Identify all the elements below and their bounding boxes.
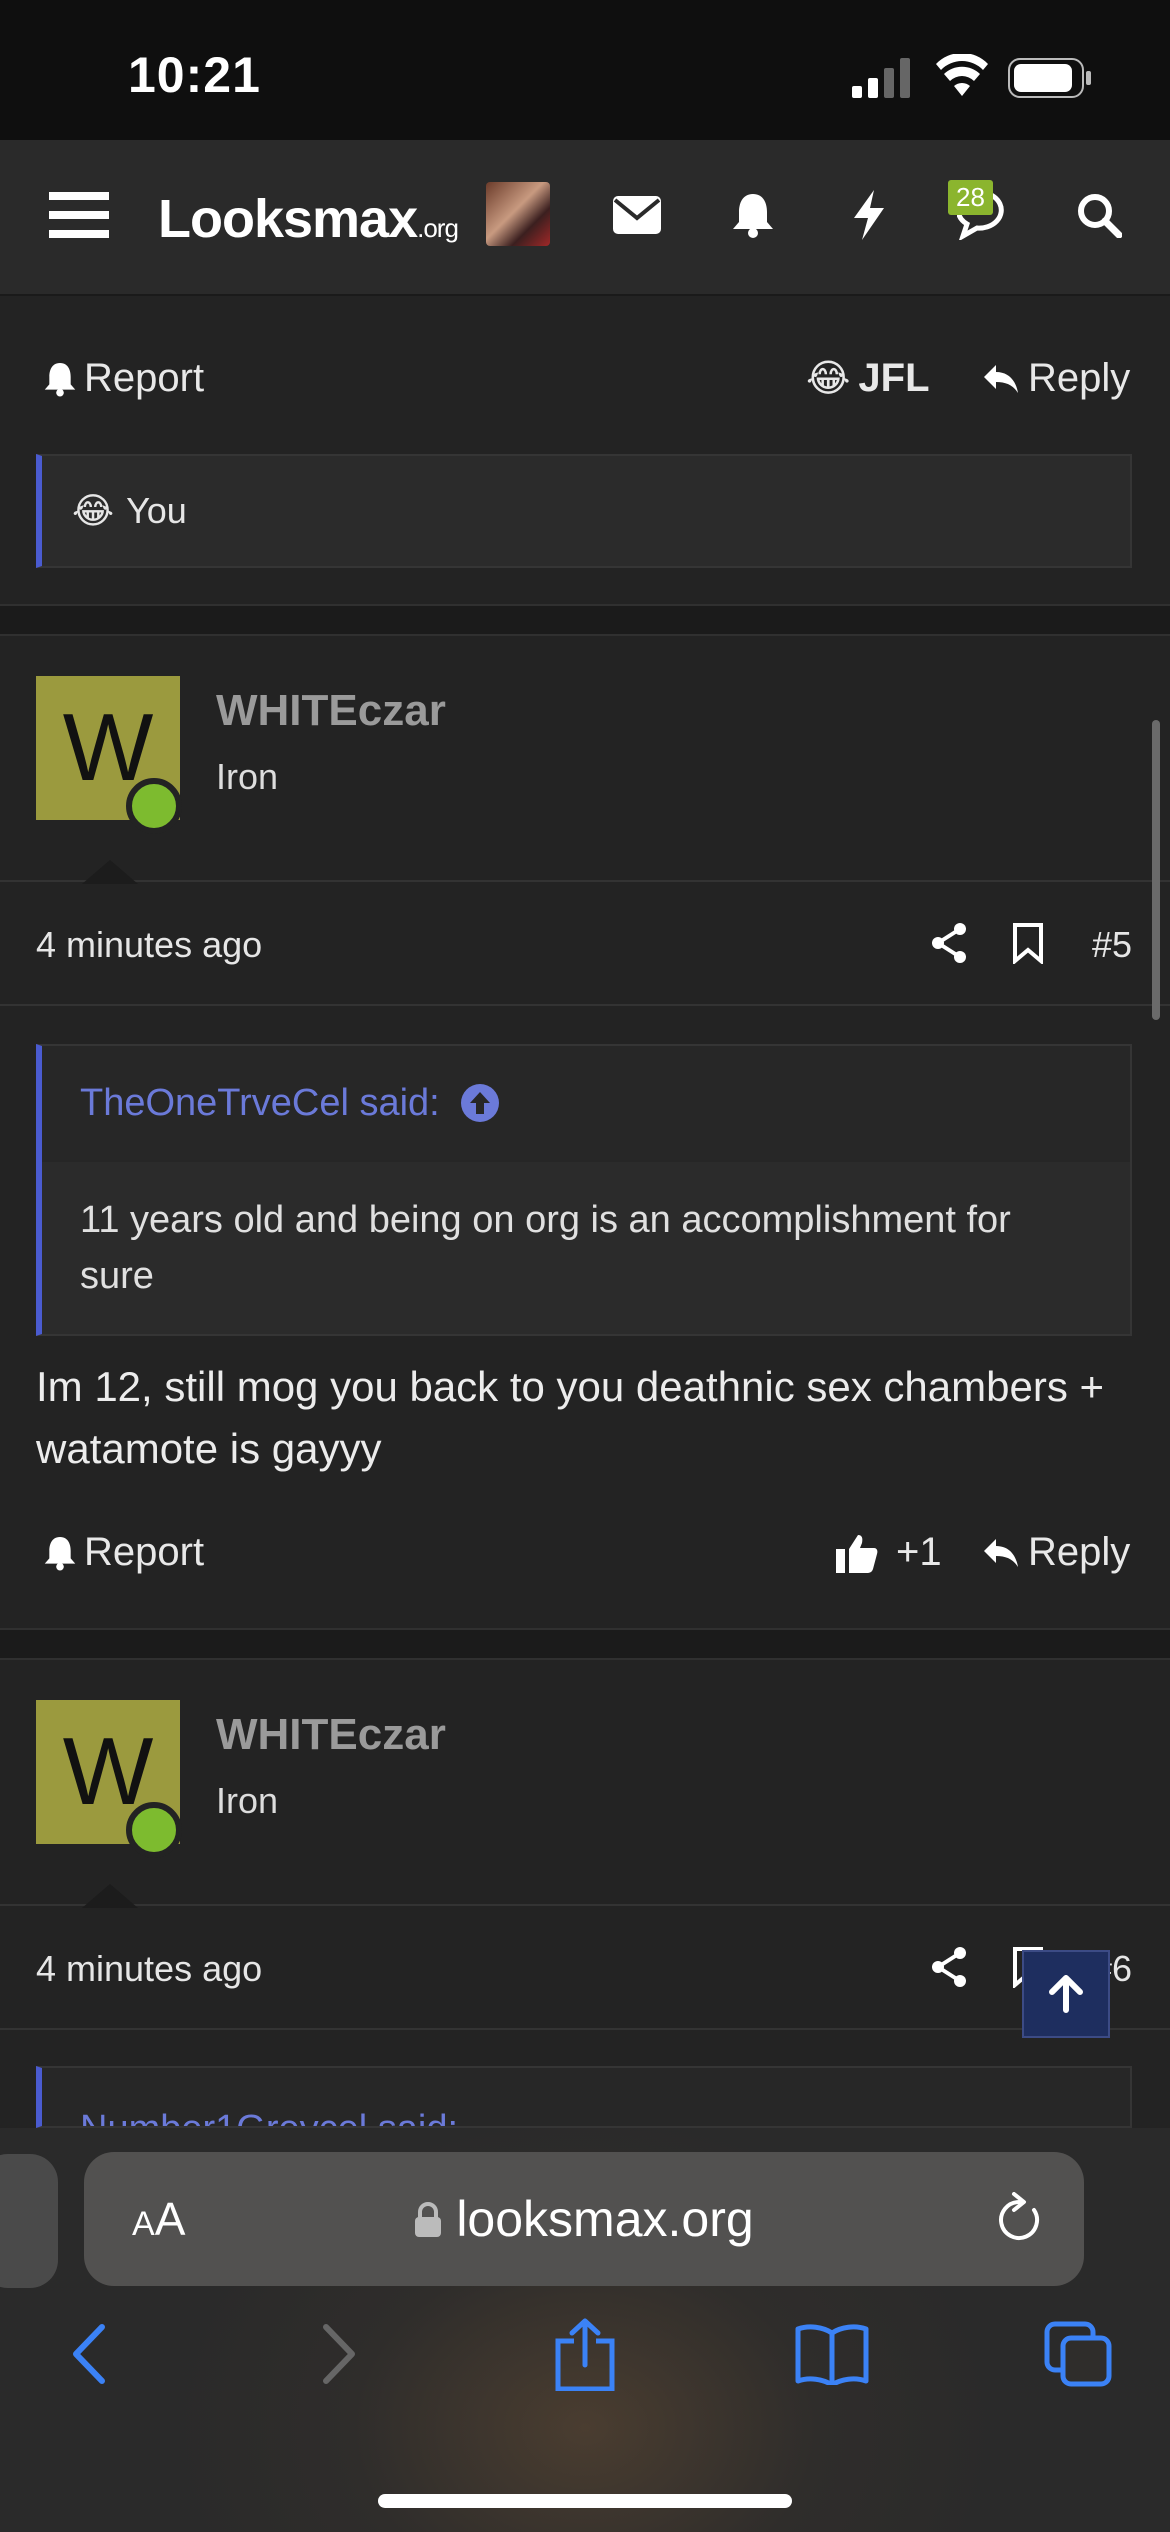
url-display[interactable]: looksmax.org <box>84 2190 1084 2248</box>
reaction-users: You <box>126 490 187 531</box>
post-meta: 4 minutes ago #6 <box>0 1908 1170 2030</box>
share-sheet-icon[interactable] <box>545 2314 625 2394</box>
arrow-up-icon <box>1049 1975 1083 2013</box>
post-divider <box>0 1628 1170 1660</box>
bell-icon[interactable] <box>718 180 788 250</box>
post-divider <box>0 604 1170 636</box>
report-button[interactable]: Report <box>44 1530 204 1575</box>
share-icon[interactable] <box>930 922 968 964</box>
username[interactable]: WHITEczar <box>216 686 446 736</box>
arrow-up-circle-icon[interactable] <box>460 1083 500 1123</box>
quote-block: TheOneTrveCel said: 11 years old and bei… <box>36 1044 1132 1336</box>
quote-block: Number1Greycel said: <box>36 2066 1132 2128</box>
user-rank: Iron <box>216 756 279 797</box>
bookmark-icon[interactable] <box>1012 922 1044 964</box>
signal-icon <box>852 58 910 98</box>
reload-icon[interactable] <box>994 2192 1044 2246</box>
user-avatar-thumb[interactable] <box>486 182 550 246</box>
quote-header[interactable]: TheOneTrveCel said: <box>42 1046 1130 1162</box>
thumbs-up-icon <box>836 1534 878 1573</box>
bell-icon <box>44 1536 76 1571</box>
bolt-icon[interactable] <box>834 180 904 250</box>
chat-badge: 28 <box>948 180 993 215</box>
online-indicator <box>126 778 182 834</box>
post-number[interactable]: #5 <box>1092 924 1132 966</box>
post-time[interactable]: 4 minutes ago <box>36 1948 262 1990</box>
scrollbar[interactable] <box>1152 720 1160 1020</box>
reaction-summary[interactable]: 😂 You <box>36 454 1132 568</box>
previous-tab-preview[interactable] <box>0 2154 58 2288</box>
report-button[interactable]: Report <box>44 356 204 401</box>
quote-text: 11 years old and being on org is an acco… <box>80 1199 1011 1297</box>
online-indicator <box>126 1802 182 1858</box>
browser-chrome: AA looksmax.org <box>0 2128 1170 2532</box>
quote-header[interactable]: Number1Greycel said: <box>42 2068 1130 2126</box>
laughing-emoji-icon: 😂 <box>806 358 851 400</box>
share-icon[interactable] <box>930 1946 968 1988</box>
post-actions: Report 😂 JFL Reply <box>0 330 1170 430</box>
address-bar[interactable]: AA looksmax.org <box>84 2152 1084 2286</box>
lock-icon <box>415 2202 442 2237</box>
user-block-arrow <box>82 1884 138 1908</box>
username[interactable]: WHITEczar <box>216 1710 446 1760</box>
hamburger-icon[interactable] <box>44 180 114 250</box>
post-actions: Report +1 Reply <box>0 1504 1170 1604</box>
user-rank: Iron <box>216 1780 279 1821</box>
laughing-emoji-icon: 😂 <box>72 490 115 531</box>
top-nav: Looksmax.org 28 <box>0 140 1170 296</box>
search-icon[interactable] <box>1064 180 1134 250</box>
reply-button[interactable]: Reply <box>982 356 1130 401</box>
post-body: Im 12, still mog you back to you deathni… <box>36 1363 1105 1472</box>
like-button[interactable]: +1 <box>836 1530 942 1575</box>
quote-author[interactable]: TheOneTrveCel said: <box>80 1082 440 1125</box>
status-time: 10:21 <box>128 47 261 103</box>
browser-toolbar <box>0 2314 1170 2414</box>
wifi-icon <box>936 54 988 96</box>
forward-icon[interactable] <box>300 2314 380 2394</box>
home-indicator <box>378 2494 792 2508</box>
user-block-arrow <box>82 860 138 884</box>
reaction-button[interactable]: 😂 JFL <box>806 356 930 401</box>
bell-icon <box>44 362 76 397</box>
post-time[interactable]: 4 minutes ago <box>36 924 262 966</box>
back-icon[interactable] <box>48 2314 128 2394</box>
post-user-block: W WHITEczar Iron <box>0 1662 1170 1908</box>
reply-button[interactable]: Reply <box>982 1530 1130 1575</box>
site-logo[interactable]: Looksmax.org <box>158 188 459 250</box>
book-icon[interactable] <box>792 2314 872 2394</box>
post-user-block: W WHITEczar Iron <box>0 638 1170 884</box>
mail-icon[interactable] <box>602 180 672 250</box>
status-bar: 10:21 <box>0 0 1170 140</box>
tabs-icon[interactable] <box>1038 2314 1118 2394</box>
scroll-to-top-button[interactable] <box>1022 1950 1110 2038</box>
quote-author[interactable]: Number1Greycel said: <box>80 2108 458 2126</box>
reply-icon <box>984 1538 1018 1567</box>
post-meta: 4 minutes ago #5 <box>0 884 1170 1006</box>
battery-icon <box>1008 58 1091 98</box>
reply-icon <box>984 364 1018 393</box>
